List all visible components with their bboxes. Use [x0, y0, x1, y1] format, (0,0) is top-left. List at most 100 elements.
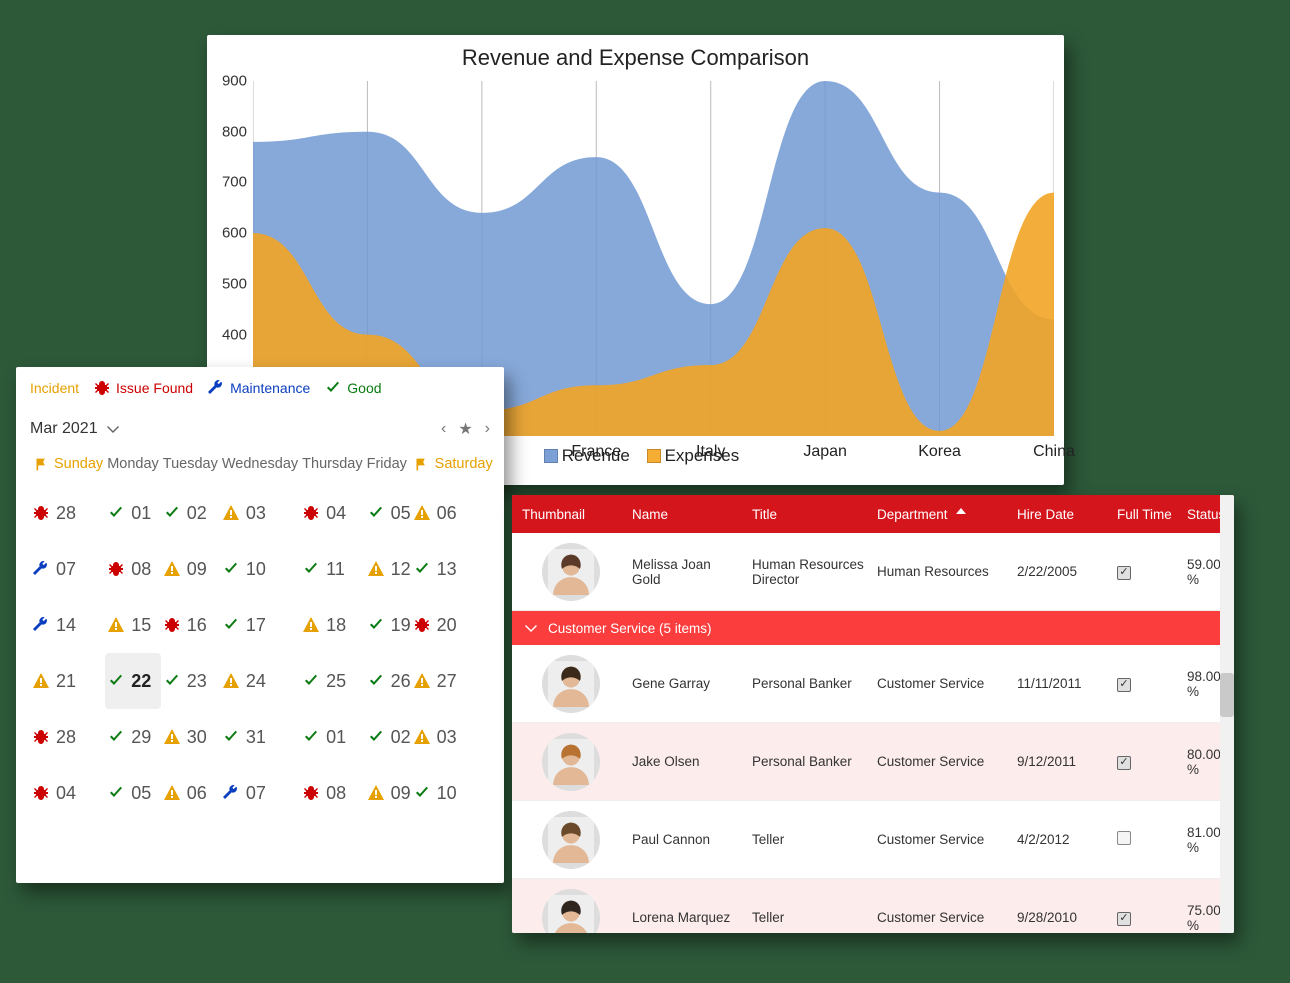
- calendar-day[interactable]: 10: [411, 765, 495, 821]
- calendar-day[interactable]: 07: [30, 541, 105, 597]
- day-number: 25: [326, 671, 346, 692]
- day-header: Wednesday: [220, 449, 300, 485]
- calendar-day[interactable]: 23: [161, 653, 220, 709]
- col-department[interactable]: Department: [871, 505, 1011, 523]
- scrollbar-thumb[interactable]: [1220, 673, 1234, 717]
- day-number: 22: [131, 671, 151, 692]
- table-row[interactable]: Melissa Joan GoldHuman Resources Directo…: [512, 533, 1234, 611]
- calendar-day[interactable]: 01: [105, 485, 161, 541]
- group-label: Customer Service (5 items): [548, 621, 712, 636]
- calendar-day[interactable]: 05: [365, 485, 411, 541]
- day-number: 05: [131, 783, 151, 804]
- y-tick: 800: [222, 123, 247, 140]
- calendar-day[interactable]: 04: [30, 765, 105, 821]
- grid-body: Melissa Joan GoldHuman Resources Directo…: [512, 533, 1234, 933]
- cell-full-time[interactable]: [1111, 909, 1181, 926]
- calendar-day[interactable]: 24: [220, 653, 300, 709]
- x-tick: Japan: [803, 443, 847, 461]
- legend-issue: Issue Found: [93, 379, 193, 397]
- next-button[interactable]: ›: [485, 420, 490, 438]
- calendar-day[interactable]: 02: [365, 709, 411, 765]
- calendar-day[interactable]: 11: [300, 541, 364, 597]
- calendar-day[interactable]: 07: [220, 765, 300, 821]
- grid-header-row: Thumbnail Name Title Department Hire Dat…: [512, 495, 1234, 533]
- prev-button[interactable]: ‹: [441, 420, 446, 438]
- calendar-day[interactable]: 18: [300, 597, 364, 653]
- checkbox[interactable]: [1117, 912, 1131, 926]
- cell-title: Teller: [746, 832, 871, 847]
- day-number: 14: [56, 615, 76, 636]
- calendar-day[interactable]: 30: [161, 709, 220, 765]
- calendar-day[interactable]: 21: [30, 653, 105, 709]
- col-hire-date[interactable]: Hire Date: [1011, 507, 1111, 522]
- calendar-day[interactable]: 14: [30, 597, 105, 653]
- calendar-day[interactable]: 03: [220, 485, 300, 541]
- calendar-day[interactable]: 17: [220, 597, 300, 653]
- calendar-day[interactable]: 19: [365, 597, 411, 653]
- day-number: 02: [391, 727, 411, 748]
- calendar-day[interactable]: 12: [365, 541, 411, 597]
- calendar-day[interactable]: 13: [411, 541, 495, 597]
- table-row[interactable]: Gene GarrayPersonal BankerCustomer Servi…: [512, 645, 1234, 723]
- calendar-day[interactable]: 10: [220, 541, 300, 597]
- day-number: 01: [326, 727, 346, 748]
- calendar-day[interactable]: 25: [300, 653, 364, 709]
- bug-icon: [107, 560, 125, 578]
- col-name[interactable]: Name: [626, 507, 746, 522]
- day-number: 08: [326, 783, 346, 804]
- calendar-day[interactable]: 31: [220, 709, 300, 765]
- calendar-day[interactable]: 26: [365, 653, 411, 709]
- chevron-down-icon: [104, 420, 122, 438]
- checkbox[interactable]: [1117, 566, 1131, 580]
- cell-full-time[interactable]: [1111, 753, 1181, 770]
- warning-icon: [163, 560, 181, 578]
- calendar-day[interactable]: 28: [30, 709, 105, 765]
- check-icon: [107, 504, 125, 522]
- calendar-day[interactable]: 08: [300, 765, 364, 821]
- calendar-day[interactable]: 20: [411, 597, 495, 653]
- checkbox[interactable]: [1117, 678, 1131, 692]
- calendar-day[interactable]: 06: [161, 765, 220, 821]
- calendar-day[interactable]: 27: [411, 653, 495, 709]
- cell-full-time[interactable]: [1111, 831, 1181, 848]
- group-row[interactable]: Customer Service (5 items): [512, 611, 1234, 645]
- checkbox[interactable]: [1117, 831, 1131, 845]
- calendar-day[interactable]: 03: [411, 709, 495, 765]
- calendar-day[interactable]: 22: [105, 653, 161, 709]
- calendar-day[interactable]: 09: [161, 541, 220, 597]
- calendar-day[interactable]: 01: [300, 709, 364, 765]
- cell-name: Lorena Marquez: [626, 910, 746, 925]
- calendar-day[interactable]: 15: [105, 597, 161, 653]
- calendar-day[interactable]: 29: [105, 709, 161, 765]
- table-row[interactable]: Paul CannonTellerCustomer Service4/2/201…: [512, 801, 1234, 879]
- day-number: 30: [187, 727, 207, 748]
- calendar-day[interactable]: 28: [30, 485, 105, 541]
- cell-full-time[interactable]: [1111, 675, 1181, 692]
- col-title[interactable]: Title: [746, 507, 871, 522]
- cell-full-time[interactable]: [1111, 563, 1181, 580]
- calendar-day[interactable]: 08: [105, 541, 161, 597]
- cell-department: Customer Service: [871, 754, 1011, 769]
- calendar-day[interactable]: 16: [161, 597, 220, 653]
- cell-name: Gene Garray: [626, 676, 746, 691]
- month-selector[interactable]: Mar 2021: [30, 420, 122, 438]
- wrench-icon: [32, 616, 50, 634]
- day-number: 17: [246, 615, 266, 636]
- checkbox[interactable]: [1117, 756, 1131, 770]
- calendar-day[interactable]: 09: [365, 765, 411, 821]
- chevron-down-icon: [522, 619, 540, 637]
- check-icon: [302, 728, 320, 746]
- warning-icon: [413, 672, 431, 690]
- calendar-day[interactable]: 05: [105, 765, 161, 821]
- col-thumbnail[interactable]: Thumbnail: [516, 507, 626, 522]
- check-icon: [163, 504, 181, 522]
- calendar-day[interactable]: 04: [300, 485, 364, 541]
- today-button[interactable]: ★: [458, 419, 472, 439]
- check-icon: [413, 784, 431, 802]
- calendar-day[interactable]: 06: [411, 485, 495, 541]
- table-row[interactable]: Jake OlsenPersonal BankerCustomer Servic…: [512, 723, 1234, 801]
- warning-icon: [302, 616, 320, 634]
- col-full-time[interactable]: Full Time: [1111, 507, 1181, 522]
- calendar-day[interactable]: 02: [161, 485, 220, 541]
- table-row[interactable]: Lorena MarquezTellerCustomer Service9/28…: [512, 879, 1234, 933]
